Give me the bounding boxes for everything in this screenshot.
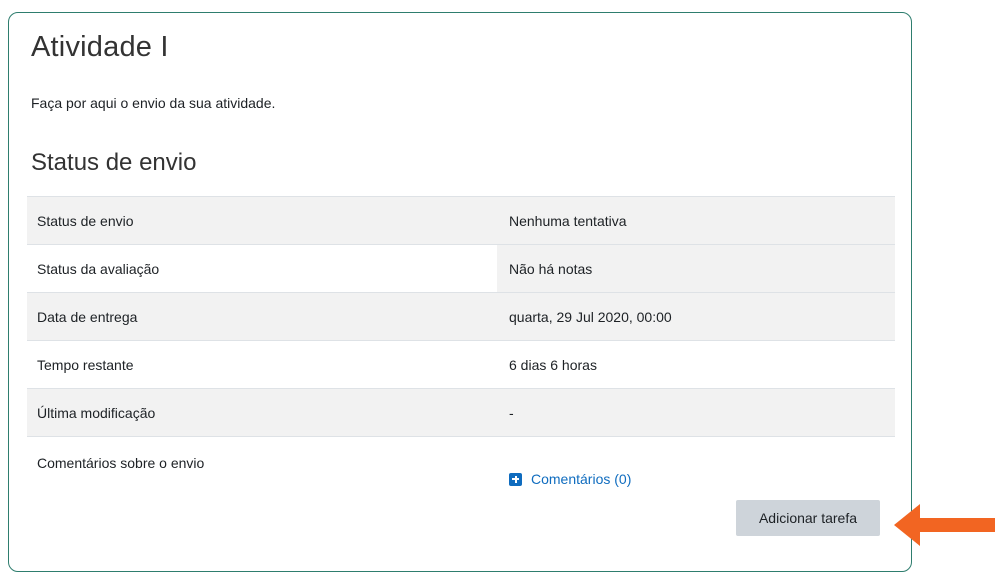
row-value: 6 dias 6 horas bbox=[509, 356, 597, 373]
row-label: Status da avaliação bbox=[37, 260, 160, 277]
plus-square-icon bbox=[509, 472, 522, 486]
row-value: Não há notas bbox=[497, 245, 895, 292]
add-submission-button[interactable]: Adicionar tarefa bbox=[736, 500, 880, 536]
row-label: Comentários sobre o envio bbox=[37, 455, 205, 471]
submission-status-table: Status de envio Nenhuma tentativa Status… bbox=[27, 196, 895, 515]
row-label: Status de envio bbox=[37, 212, 134, 229]
table-row: Status da avaliação Não há notas bbox=[27, 245, 895, 293]
comments-link[interactable]: Comentários (0) bbox=[509, 471, 631, 487]
table-row: Data de entrega quarta, 29 Jul 2020, 00:… bbox=[27, 293, 895, 341]
comments-link-label: Comentários (0) bbox=[531, 471, 632, 487]
row-label: Tempo restante bbox=[37, 356, 134, 373]
row-value: quarta, 29 Jul 2020, 00:00 bbox=[509, 308, 672, 325]
row-value: Nenhuma tentativa bbox=[509, 212, 627, 229]
row-value: - bbox=[509, 404, 514, 421]
table-row: Tempo restante 6 dias 6 horas bbox=[27, 341, 895, 389]
row-label: Última modificação bbox=[37, 404, 156, 421]
row-label: Data de entrega bbox=[37, 308, 138, 325]
table-row: Status de envio Nenhuma tentativa bbox=[27, 197, 895, 245]
orange-arrow-icon bbox=[894, 504, 995, 546]
table-row: Última modificação - bbox=[27, 389, 895, 437]
page-title: Atividade I bbox=[31, 31, 169, 63]
assignment-card: Atividade I Faça por aqui o envio da sua… bbox=[8, 12, 912, 572]
section-title: Status de envio bbox=[31, 149, 197, 176]
assignment-description: Faça por aqui o envio da sua atividade. bbox=[31, 95, 276, 111]
